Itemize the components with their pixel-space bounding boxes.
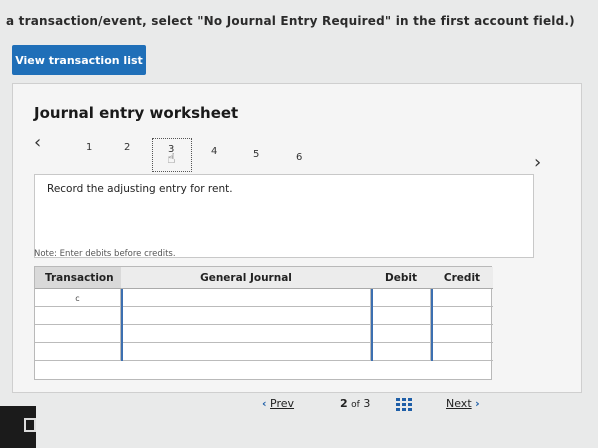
description-text: Record the adjusting entry for rent. [47,183,233,195]
transaction-cell [35,325,121,343]
debit-input[interactable] [371,325,431,343]
chevron-right-icon[interactable]: › [534,152,541,173]
step-5[interactable]: 5 [253,149,259,160]
credit-input[interactable] [431,343,493,361]
description-box: Record the adjusting entry for rent. [34,174,534,258]
transaction-cell: c [35,289,121,307]
table-row [35,307,493,325]
account-input[interactable] [121,325,371,343]
account-input[interactable] [121,343,371,361]
step-3-active[interactable]: 3 ☝ [152,138,192,172]
header-debit: Debit [371,267,431,289]
journal-table: Transaction General Journal Debit Credit… [34,266,493,380]
step-2[interactable]: 2 [124,142,130,153]
credit-input[interactable] [431,325,493,343]
prev-button[interactable]: ‹ Prev [262,397,294,410]
chevron-right-icon: › [475,397,480,410]
page-title: Journal entry worksheet [34,104,239,122]
debit-input[interactable] [371,307,431,325]
credit-input[interactable] [431,307,493,325]
step-1[interactable]: 1 [86,142,92,153]
next-button[interactable]: Next › [446,397,480,410]
credit-input[interactable] [431,289,493,307]
step-4[interactable]: 4 [211,146,217,157]
calculator-icon[interactable] [24,418,36,432]
table-row: c [35,289,493,307]
total-pages: 3 [363,397,371,410]
chevron-left-icon[interactable]: ‹ [34,132,41,153]
table-row [35,325,493,343]
header-general-journal: General Journal [121,267,371,289]
debit-input[interactable] [371,289,431,307]
table-row [35,343,493,361]
instruction-text: a transaction/event, select "No Journal … [6,14,575,28]
current-page: 2 [340,397,348,410]
page-of: of [351,400,360,410]
transaction-cell [35,343,121,361]
header-credit: Credit [431,267,493,289]
debit-input[interactable] [371,343,431,361]
grid-menu-icon[interactable] [396,398,412,411]
pointer-hand-icon: ☝ [167,151,176,167]
header-transaction: Transaction [35,267,121,289]
prev-label: Prev [270,397,295,410]
account-input[interactable] [121,307,371,325]
chevron-left-icon: ‹ [262,397,267,410]
next-label: Next [446,397,472,410]
account-input[interactable] [121,289,371,307]
transaction-cell [35,307,121,325]
step-6[interactable]: 6 [296,152,302,163]
view-transaction-list-button[interactable]: View transaction list [12,45,146,75]
note-text: Note: Enter debits before credits. [34,249,176,259]
page-indicator: 2 of 3 [340,397,370,410]
